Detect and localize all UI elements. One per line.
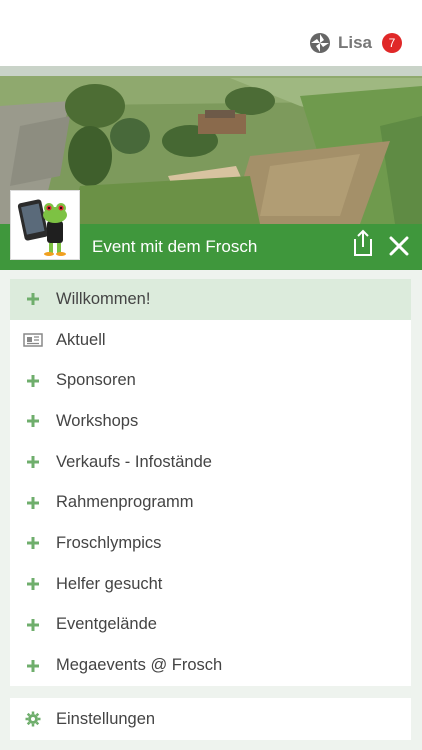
plus-icon <box>10 496 56 510</box>
menu-item-label: Aktuell <box>56 330 106 349</box>
menu-item-aktuell[interactable]: Aktuell <box>10 320 411 361</box>
menu-item-megaevents[interactable]: Megaevents @ Frosch <box>10 645 411 686</box>
plus-icon <box>10 577 56 591</box>
plus-icon <box>10 292 56 306</box>
menu-item-eventgelaende[interactable]: Eventgelände <box>10 605 411 646</box>
top-bar: Lisa 7 <box>0 0 422 66</box>
notification-badge[interactable]: 7 <box>382 33 402 53</box>
gear-icon <box>10 711 56 727</box>
menu-item-label: Helfer gesucht <box>56 574 163 593</box>
menu-item-verkaufs-infostaende[interactable]: Verkaufs - Infostände <box>10 442 411 483</box>
settings-item[interactable]: Einstellungen <box>10 698 411 740</box>
menu-item-sponsoren[interactable]: Sponsoren <box>10 360 411 401</box>
event-title: Event mit dem Frosch <box>92 237 258 256</box>
plus-icon <box>10 659 56 673</box>
user-name[interactable]: Lisa <box>338 33 372 53</box>
menu-item-label: Megaevents @ Frosch <box>56 656 223 675</box>
menu-item-label: Sponsoren <box>56 371 136 390</box>
share-icon[interactable] <box>351 229 375 257</box>
menu-item-label: Verkaufs - Infostände <box>56 452 212 471</box>
menu-item-label: Rahmenprogramm <box>56 493 194 512</box>
settings-label: Einstellungen <box>56 709 156 728</box>
menu-item-froschlympics[interactable]: Froschlympics <box>10 523 411 564</box>
navigation-menu: Willkommen! Aktuell Sponsoren Workshops … <box>10 279 411 686</box>
plus-icon <box>10 618 56 632</box>
menu-item-rahmenprogramm[interactable]: Rahmenprogramm <box>10 482 411 523</box>
close-icon[interactable] <box>388 235 410 257</box>
menu-item-label: Eventgelände <box>56 615 157 634</box>
plus-icon <box>10 536 56 550</box>
plus-icon <box>10 455 56 469</box>
menu-item-label: Willkommen! <box>56 289 151 308</box>
app-logo-icon <box>309 33 330 53</box>
menu-item-label: Workshops <box>56 411 139 430</box>
menu-item-willkommen[interactable]: Willkommen! <box>10 279 411 320</box>
user-menu[interactable]: Lisa 7 <box>309 32 402 54</box>
plus-icon <box>10 374 56 388</box>
event-logo <box>10 190 80 260</box>
menu-item-workshops[interactable]: Workshops <box>10 401 411 442</box>
plus-icon <box>10 414 56 428</box>
menu-item-helfer-gesucht[interactable]: Helfer gesucht <box>10 564 411 605</box>
menu-item-label: Froschlympics <box>56 533 162 552</box>
newspaper-icon <box>10 333 56 347</box>
